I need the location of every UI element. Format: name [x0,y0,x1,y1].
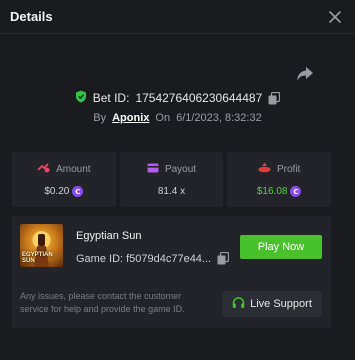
stat-amount: Amount $0.20 C [12,152,116,207]
stat-profit: Profit $16.08 C [227,152,332,207]
username-link[interactable]: Aponix [112,112,149,124]
game-id-row: Game ID: f5079d4c77e44... [76,252,230,265]
stat-value: $0.20 [44,186,70,197]
coin-icon: C [72,186,84,197]
game-name: Egyptian Sun [76,230,142,242]
coin-icon: C [290,186,302,197]
share-icon[interactable] [296,66,316,84]
game-id-label: Game ID: [76,252,124,265]
stat-label: Payout [164,163,197,175]
stat-payout: Payout 81.4 x [119,152,224,207]
bet-id-label: Bet ID: [92,91,130,105]
copy-bet-id-icon[interactable] [268,91,281,105]
by-label: By [93,112,107,124]
payout-icon [147,163,159,176]
game-card: EGYPTIAN SUN Egyptian Sun Game ID: f5079… [12,216,331,328]
stat-label: Profit [277,163,301,175]
game-thumbnail[interactable]: EGYPTIAN SUN [20,224,63,267]
amount-icon [37,162,50,176]
bet-id-row: Bet ID: 1754276406230644487 [0,90,355,106]
details-modal: Details Bet ID: 1754276406230644487 By A… [0,0,355,360]
stat-value: $16.08 [256,186,288,197]
modal-title: Details [10,9,53,24]
thumbnail-caption: EGYPTIAN SUN [22,252,53,264]
profit-icon [258,162,271,176]
bet-id-value: 1754276406230644487 [135,91,263,105]
verified-shield-icon [75,90,87,106]
headset-icon [232,296,245,312]
live-support-button[interactable]: Live Support [222,291,322,317]
stat-value: 81.4 x [157,185,186,197]
support-notice: Any issues, please contact the customer … [20,291,185,314]
play-now-button[interactable]: Play Now [240,235,322,259]
modal-header: Details [0,0,355,34]
stat-label: Amount [56,163,91,175]
stats-row: Amount $0.20 C Payout 81.4 x Profit $16.… [12,152,332,207]
bet-author-row: By Aponix On 6/1/2023, 8:32:32 [0,112,355,124]
close-icon[interactable] [325,7,345,27]
bet-datetime: 6/1/2023, 8:32:32 [176,112,262,124]
copy-game-id-icon[interactable] [217,252,230,265]
live-support-label: Live Support [250,298,312,310]
game-id-value: f5079d4c77e44... [126,252,212,265]
on-label: On [155,112,171,124]
